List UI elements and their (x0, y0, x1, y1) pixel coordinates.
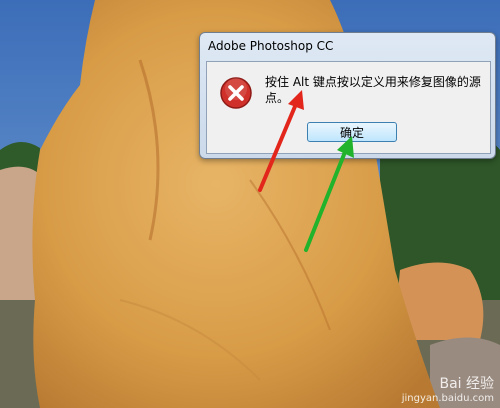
watermark-url: jingyan.baidu.com (401, 393, 494, 404)
ok-button[interactable]: 确定 (307, 122, 397, 142)
dialog-body: 按住 Alt 键点按以定义用来修复图像的源点。 确定 (206, 61, 491, 154)
watermark-brand: Bai 经验 (439, 376, 494, 392)
dialog-message: 按住 Alt 键点按以定义用来修复图像的源点。 (265, 75, 481, 105)
dialog-title: Adobe Photoshop CC (208, 39, 334, 53)
watermark: Bai 经验 jingyan.baidu.com (402, 373, 494, 404)
error-icon (220, 77, 252, 109)
error-dialog: Adobe Photoshop CC 按住 Alt 键点按以定义用来修复图像的源… (199, 32, 496, 159)
